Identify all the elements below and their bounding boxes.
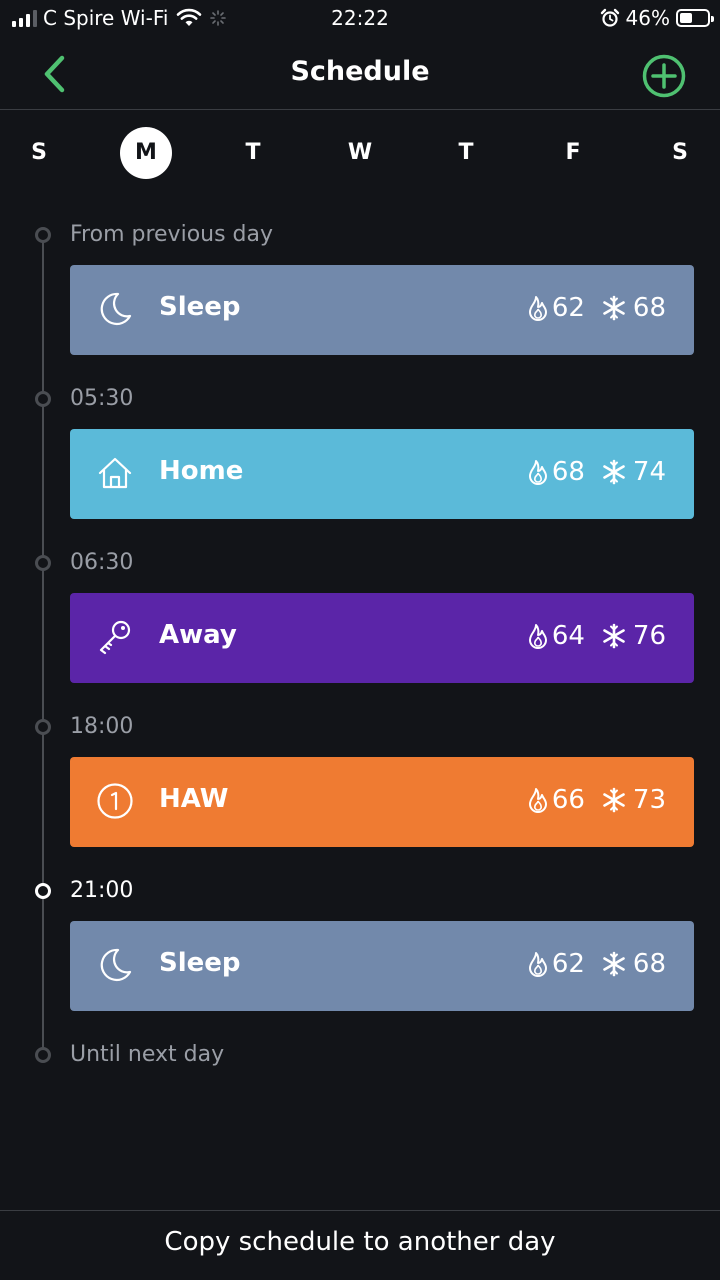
timeline-node-active — [35, 883, 51, 899]
timeline-node — [35, 1047, 51, 1063]
status-right: 46% — [600, 6, 714, 30]
timeline-time-label: 06:30 — [70, 550, 134, 575]
day-wednesday[interactable]: W — [334, 127, 386, 179]
page-title: Schedule — [290, 56, 430, 87]
timeline-end-label: Until next day — [70, 1042, 225, 1067]
timeline-node — [35, 391, 51, 407]
day-monday[interactable]: M — [120, 127, 172, 179]
cool-setpoint: 68 — [632, 293, 666, 323]
battery-percent: 46% — [625, 6, 670, 30]
card-name: Sleep — [159, 292, 241, 322]
cool-setpoint: 74 — [632, 457, 666, 487]
number-one-circle-icon — [97, 783, 133, 819]
snowflake-icon — [603, 787, 625, 813]
card-temps: 66 73 — [526, 785, 666, 815]
timeline-start-label: From previous day — [70, 222, 274, 247]
card-temps: 62 68 — [526, 949, 666, 979]
battery-icon — [676, 9, 714, 27]
timeline-node — [35, 555, 51, 571]
schedule-card-sleep[interactable]: Sleep 62 68 — [70, 265, 694, 355]
schedule-card-home[interactable]: Home 68 74 — [70, 429, 694, 519]
plus-circle-icon[interactable] — [642, 54, 686, 98]
heat-setpoint: 62 — [551, 293, 585, 323]
cool-setpoint: 68 — [632, 949, 666, 979]
card-temps: 62 68 — [526, 293, 666, 323]
day-sunday[interactable]: S — [13, 127, 65, 179]
cool-setpoint: 76 — [632, 621, 666, 651]
day-saturday[interactable]: S — [654, 127, 706, 179]
flame-icon — [528, 952, 547, 977]
card-name: Away — [159, 620, 237, 650]
house-icon — [98, 457, 132, 489]
timeline-line — [42, 236, 44, 1056]
flame-icon — [528, 460, 547, 485]
flame-icon — [528, 788, 547, 813]
card-temps: 68 74 — [526, 457, 666, 487]
day-tuesday[interactable]: T — [227, 127, 279, 179]
moon-icon — [100, 292, 132, 326]
schedule-card-haw[interactable]: HAW 66 73 — [70, 757, 694, 847]
heat-setpoint: 62 — [551, 949, 585, 979]
schedule-screen: C Spire Wi-Fi 22:22 46% Schedule S M T W… — [0, 0, 720, 1280]
timeline-time-label-active: 21:00 — [70, 878, 134, 903]
flame-icon — [528, 624, 547, 649]
heat-setpoint: 64 — [551, 621, 585, 651]
card-name: HAW — [159, 784, 229, 814]
timeline-time-label: 18:00 — [70, 714, 134, 739]
card-temps: 64 76 — [526, 621, 666, 651]
timeline-node — [35, 227, 51, 243]
day-friday[interactable]: F — [547, 127, 599, 179]
card-name: Sleep — [159, 948, 241, 978]
timeline-node — [35, 719, 51, 735]
day-thursday[interactable]: T — [440, 127, 492, 179]
schedule-card-away[interactable]: Away 64 76 — [70, 593, 694, 683]
snowflake-icon — [603, 459, 625, 485]
key-icon — [99, 620, 131, 655]
cool-setpoint: 73 — [632, 785, 666, 815]
card-name: Home — [159, 456, 244, 486]
day-selector: S M T W T F S — [0, 124, 720, 179]
footer: Copy schedule to another day — [0, 1210, 720, 1280]
schedule-card-sleep[interactable]: Sleep 62 68 — [70, 921, 694, 1011]
snowflake-icon — [603, 295, 625, 321]
heat-setpoint: 66 — [551, 785, 585, 815]
timeline-time-label: 05:30 — [70, 386, 134, 411]
alarm-clock-icon — [600, 8, 619, 27]
moon-icon — [100, 948, 132, 982]
snowflake-icon — [603, 951, 625, 977]
copy-schedule-button[interactable]: Copy schedule to another day — [0, 1227, 720, 1257]
flame-icon — [528, 296, 547, 321]
nav-bar: Schedule — [0, 36, 720, 110]
heat-setpoint: 68 — [551, 457, 585, 487]
status-bar: C Spire Wi-Fi 22:22 46% — [0, 0, 720, 36]
snowflake-icon — [603, 623, 625, 649]
